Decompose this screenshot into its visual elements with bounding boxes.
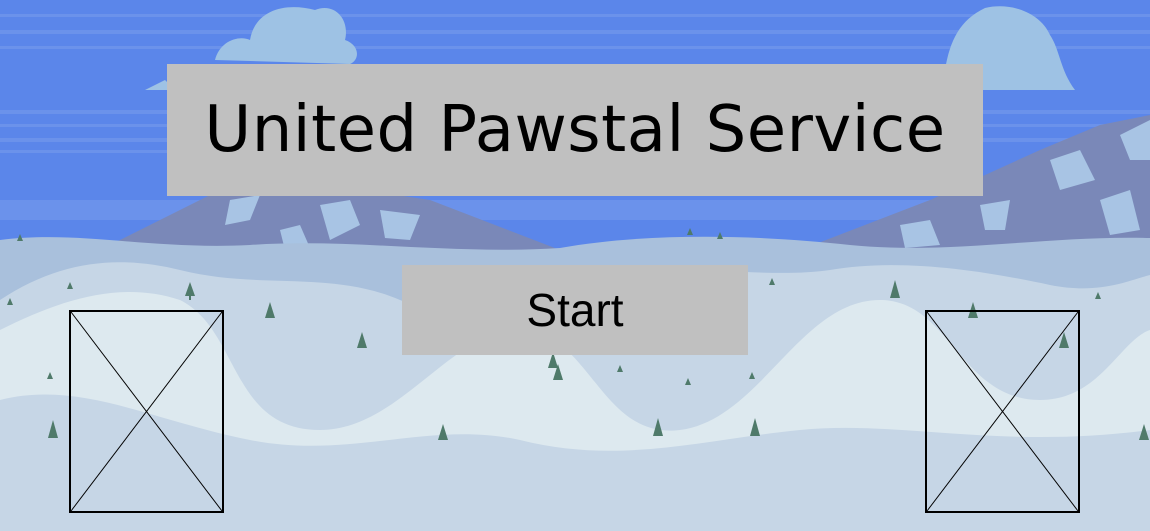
game-title: United Pawstal Service — [204, 93, 946, 167]
image-placeholder-icon — [71, 312, 222, 511]
image-placeholder-icon — [927, 312, 1078, 511]
start-button-label: Start — [526, 284, 624, 336]
game-title-panel: United Pawstal Service — [167, 64, 983, 196]
broken-image-placeholder-right — [925, 310, 1080, 513]
start-button[interactable]: Start — [402, 265, 748, 355]
broken-image-placeholder-left — [69, 310, 224, 513]
